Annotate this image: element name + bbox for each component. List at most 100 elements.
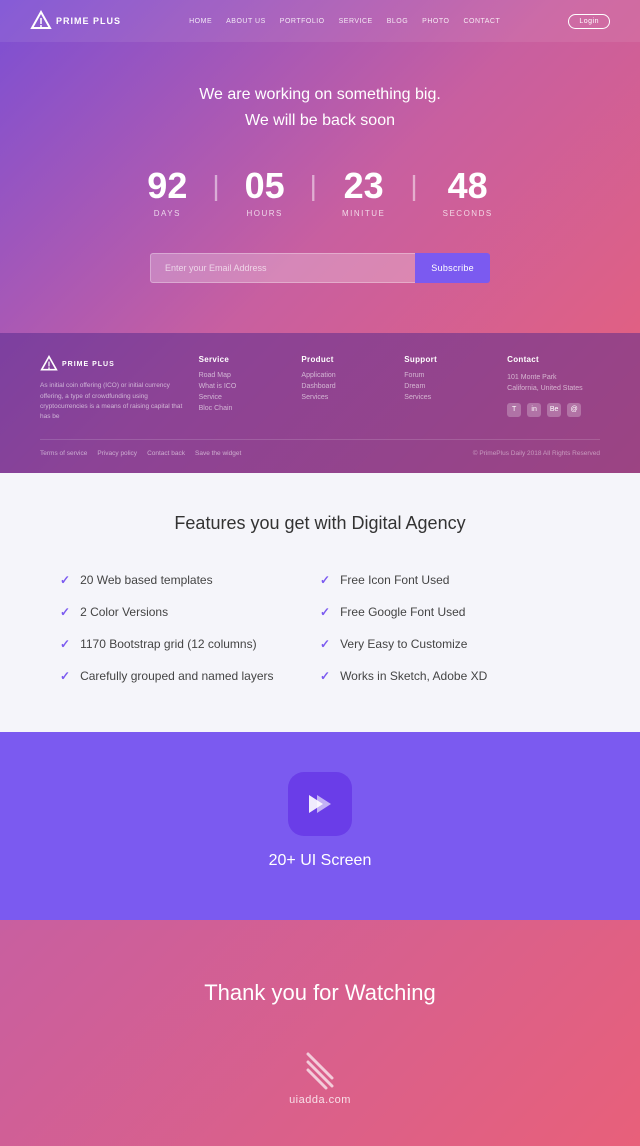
features-title: Features you get with Digital Agency [60,513,580,534]
footer-contact-title: Contact [507,355,600,364]
footer-product-link-1[interactable]: Dashboard [301,383,394,390]
feature-text-5: Free Google Font Used [340,605,465,619]
nav-logo-text: PRIME PLUS [56,16,121,26]
footer-support-col: Support Forum Dream Services [404,355,497,423]
email-input[interactable] [150,253,415,283]
check-icon-3: ✓ [60,669,70,683]
behance-icon[interactable]: Be [547,403,561,417]
divider-1: | [207,170,224,202]
footer-bottom-links: Terms of service Privacy policy Contact … [40,450,241,457]
twitter-icon[interactable]: T [507,403,521,417]
features-grid: ✓ 20 Web based templates ✓ 2 Color Versi… [60,564,580,692]
feature-text-7: Works in Sketch, Adobe XD [340,669,487,683]
countdown-title: We are working on something big. We will… [30,82,610,133]
linkedin-icon[interactable]: in [527,403,541,417]
feature-item-3: ✓ Carefully grouped and named layers [60,660,320,692]
feature-item-6: ✓ Very Easy to Customize [320,628,580,660]
nav-home[interactable]: HOME [189,18,212,25]
footer-service-col: Service Road Map What is ICO Service Blo… [199,355,292,423]
subscribe-button[interactable]: Subscribe [415,253,490,283]
email-icon[interactable]: @ [567,403,581,417]
navbar: PRIME PLUS HOME ABOUT US PORTFOLIO SERVI… [0,0,640,42]
title-line1: We are working on something big. [199,86,441,103]
footer-grid: PRIME PLUS As initial coin offering (ICO… [40,355,600,423]
logo-icon [30,10,52,32]
footer-address: 101 Monte Park California, United States [507,372,600,394]
feature-text-6: Very Easy to Customize [340,637,467,651]
uiadda-icon [298,1046,342,1090]
nav-blog[interactable]: BLOG [387,18,408,25]
privacy-link[interactable]: Privacy policy [97,450,137,457]
app-logo-icon [301,785,339,823]
footer-support-link-0[interactable]: Forum [404,372,497,379]
footer-brand-name: PRIME PLUS [62,361,115,368]
nav-logo: PRIME PLUS [30,10,121,32]
footer-brand-desc: As initial coin offering (ICO) or initia… [40,381,189,423]
uiadda-logo: uiadda.com [20,1046,620,1106]
feature-item-4: ✓ Free Icon Font Used [320,564,580,596]
address-line2: California, United States [507,385,582,392]
app-section: 20+ UI Screen [0,732,640,920]
timer-days: 92 DAYS [127,168,207,218]
divider-2: | [305,170,322,202]
login-button[interactable]: Login [568,14,610,29]
copyright: © PrimePlus Daily 2018 All Rights Reserv… [473,450,600,457]
feature-item-5: ✓ Free Google Font Used [320,596,580,628]
footer-service-link-0[interactable]: Road Map [199,372,292,379]
footer-service-link-1[interactable]: What is ICO [199,383,292,390]
footer-product-link-0[interactable]: Application [301,372,394,379]
days-label: DAYS [147,209,187,218]
feature-text-0: 20 Web based templates [80,573,213,587]
check-icon-1: ✓ [60,605,70,619]
nav-photo[interactable]: PHOTO [422,18,449,25]
nav-about[interactable]: ABOUT US [226,18,266,25]
hours-value: 05 [245,168,285,204]
hero-section: PRIME PLUS HOME ABOUT US PORTFOLIO SERVI… [0,0,640,473]
footer-service-link-2[interactable]: Service [199,394,292,401]
timer-minutes: 23 MINITUE [322,168,405,218]
countdown-area: We are working on something big. We will… [0,42,640,333]
feature-text-1: 2 Color Versions [80,605,168,619]
social-icons: T in Be @ [507,403,600,417]
footer-logo: PRIME PLUS [40,355,189,373]
check-icon-5: ✓ [320,605,330,619]
uiadda-brand-text: uiadda.com [289,1094,351,1106]
feature-item-0: ✓ 20 Web based templates [60,564,320,596]
footer-service-link-3[interactable]: Bloc Chain [199,405,292,412]
seconds-value: 48 [443,168,493,204]
nav-portfolio[interactable]: PORTFOLIO [280,18,325,25]
features-left: ✓ 20 Web based templates ✓ 2 Color Versi… [60,564,320,692]
footer-support-title: Support [404,355,497,364]
days-value: 92 [147,168,187,204]
check-icon-7: ✓ [320,669,330,683]
timer-seconds: 48 SECONDS [423,168,513,218]
divider-3: | [405,170,422,202]
feature-text-4: Free Icon Font Used [340,573,449,587]
check-icon-0: ✓ [60,573,70,587]
widget-link[interactable]: Save the widget [195,450,241,457]
feature-item-2: ✓ 1170 Bootstrap grid (12 columns) [60,628,320,660]
hero-footer: PRIME PLUS As initial coin offering (ICO… [0,333,640,473]
footer-support-link-2[interactable]: Services [404,394,497,401]
address-line1: 101 Monte Park [507,374,556,381]
title-line2: We will be back soon [245,112,395,129]
footer-service-title: Service [199,355,292,364]
nav-contact[interactable]: CONTACT [463,18,500,25]
screen-count-label: 20+ UI Screen [20,852,620,870]
footer-product-title: Product [301,355,394,364]
footer-contact-col: Contact 101 Monte Park California, Unite… [507,355,600,423]
app-icon-wrapper [288,772,352,836]
features-section: Features you get with Digital Agency ✓ 2… [0,473,640,732]
feature-item-1: ✓ 2 Color Versions [60,596,320,628]
contact-link[interactable]: Contact back [147,450,185,457]
minutes-value: 23 [342,168,385,204]
footer-support-link-1[interactable]: Dream [404,383,497,390]
feature-text-3: Carefully grouped and named layers [80,669,273,683]
nav-service[interactable]: SERVICE [339,18,373,25]
terms-link[interactable]: Terms of service [40,450,87,457]
features-right: ✓ Free Icon Font Used ✓ Free Google Font… [320,564,580,692]
subscribe-form: Subscribe [150,253,490,283]
feature-item-7: ✓ Works in Sketch, Adobe XD [320,660,580,692]
footer-bottom: Terms of service Privacy policy Contact … [40,439,600,457]
footer-product-link-2[interactable]: Services [301,394,394,401]
